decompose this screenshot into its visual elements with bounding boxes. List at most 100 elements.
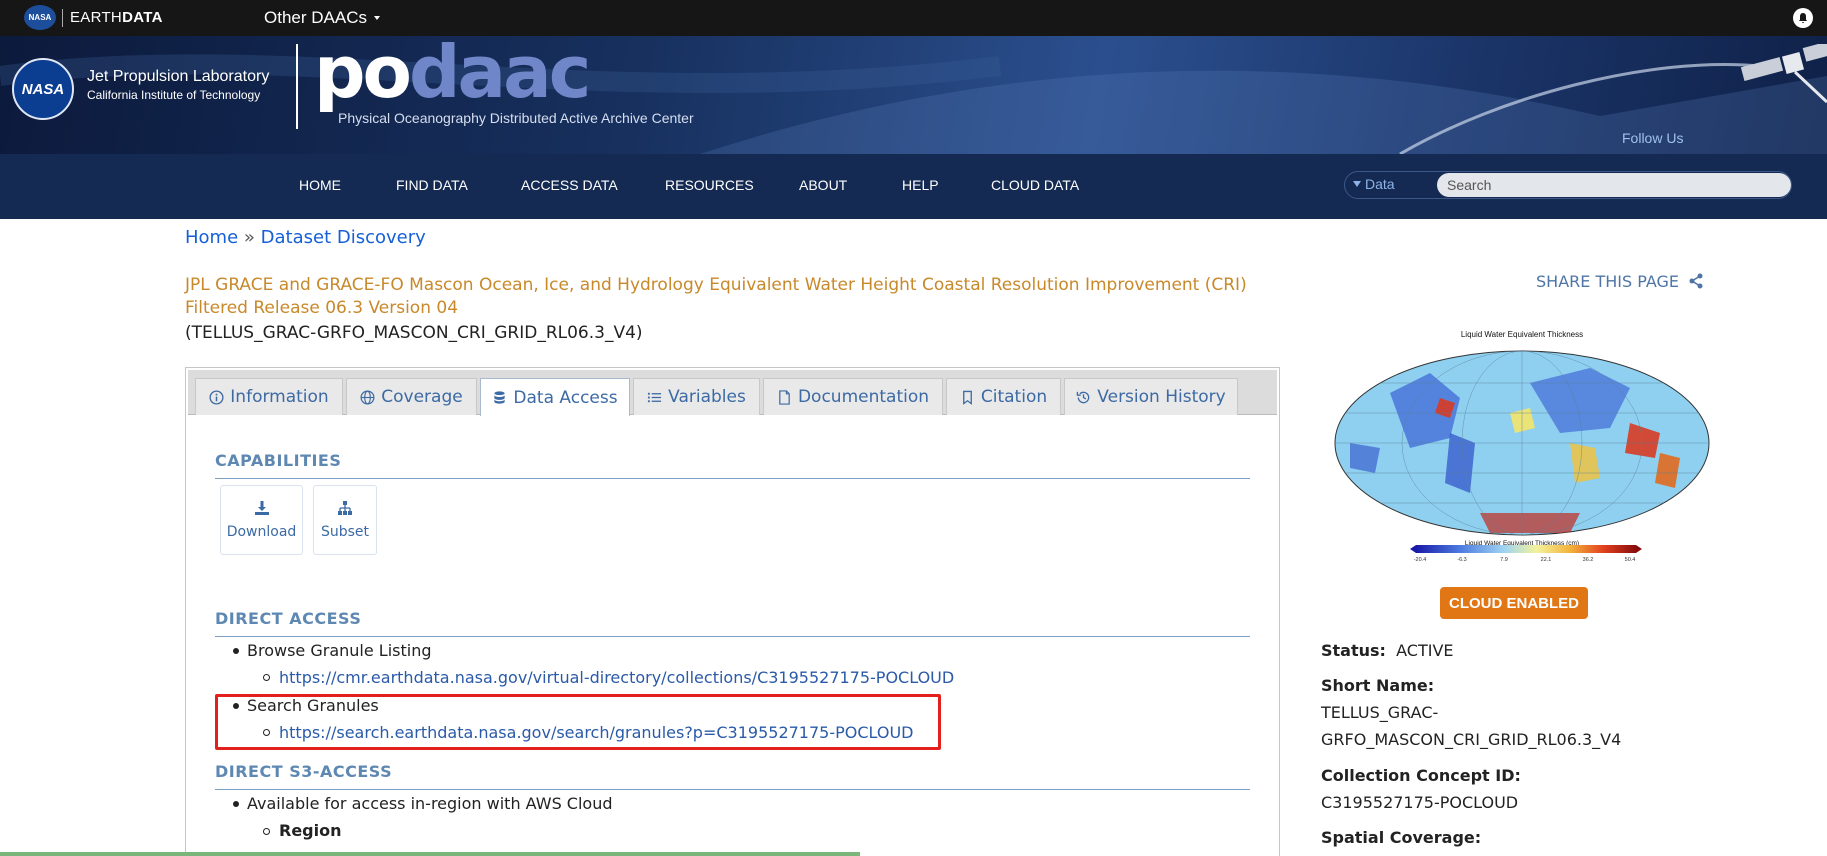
share-this-page[interactable]: SHARE THIS PAGE [1536,272,1704,291]
banner-swoosh-decoration [0,54,1827,154]
earthdata-separator [62,9,63,27]
breadcrumb-separator: » [243,227,255,248]
banner-divider [296,44,298,129]
tab-citation-label: Citation [980,387,1048,407]
browse-granule-listing: Browse Granule Listing [247,641,432,660]
nav-home[interactable]: HOME [299,177,341,193]
breadcrumb-home[interactable]: Home [185,227,238,248]
capabilities-divider [215,478,1250,479]
tab-data-access[interactable]: Data Access [480,378,630,416]
dataset-short-name: (TELLUS_GRAC-GRFO_MASCON_CRI_GRID_RL06.3… [185,323,643,343]
download-label: Download [226,524,297,540]
status-value: ACTIVE [1396,641,1454,660]
jpl-logo[interactable]: Jet Propulsion Laboratory California Ins… [87,68,269,102]
main-nav: HOME FIND DATA ACCESS DATA RESOURCES ABO… [0,154,1827,219]
s3-divider [215,789,1250,790]
nav-access-data[interactable]: ACCESS DATA [521,177,618,193]
region-label: Region [279,821,342,840]
colorbar-tick: -20.4 [1414,557,1427,563]
nav-find-data[interactable]: FIND DATA [396,177,468,193]
other-daacs-menu[interactable]: Other DAACs [264,8,367,28]
status-label: Status: [1321,641,1386,660]
concept-id-label: Collection Concept ID: [1321,766,1521,785]
chevron-down-icon [374,16,380,20]
colorbar-tick: 22.1 [1541,557,1552,563]
tab-information[interactable]: Information [195,378,343,415]
colorbar-tick: 36.2 [1583,557,1594,563]
nav-help[interactable]: HELP [902,177,939,193]
follow-us-link[interactable]: Follow Us [1622,130,1683,146]
short-name-label: Short Name: [1321,676,1434,695]
direct-s3-access-heading: DIRECT S3-ACCESS [215,762,393,781]
browse-granule-link[interactable]: https://cmr.earthdata.nasa.gov/virtual-d… [279,668,954,687]
subset-button[interactable]: Subset [313,485,377,555]
short-name-value-line1: TELLUS_GRAC- [1321,703,1439,722]
sitemap-icon [338,501,352,515]
podaac-logo[interactable]: podaac [314,36,591,108]
history-icon [1077,391,1090,403]
podaac-subtitle: Physical Oceanography Distributed Active… [338,110,694,126]
download-icon [254,501,269,515]
aws-access-item: Available for access in-region with AWS … [247,794,613,813]
search-type-label: Data [1365,176,1395,192]
file-icon [779,389,790,405]
capabilities-heading: CAPABILITIES [215,451,342,470]
tab-data-access-label: Data Access [513,387,618,408]
tab-bar: Information Coverage Data Access Variabl… [188,370,1277,416]
earthdata-brand[interactable]: EARTHDATA [70,9,163,26]
earthdata-brand-suffix: DATA [122,9,163,26]
nav-about[interactable]: ABOUT [799,177,847,193]
bell-icon[interactable] [1793,8,1813,28]
colorbar [1416,545,1636,553]
tab-version-history[interactable]: Version History [1064,378,1238,415]
tab-variables-label: Variables [668,387,746,407]
page-load-progress-bar [0,852,860,856]
tab-documentation[interactable]: Documentation [763,378,943,415]
breadcrumb-dataset-discovery[interactable]: Dataset Discovery [261,227,426,248]
jpl-name: Jet Propulsion Laboratory [87,68,270,85]
nasa-small-logo[interactable]: NASA [24,5,56,30]
search-type-select[interactable]: Data [1353,176,1395,192]
satellite-icon [1740,44,1827,104]
share-icon [1689,273,1703,289]
direct-access-heading: DIRECT ACCESS [215,609,362,628]
caret-down-icon [1353,181,1361,187]
sub-bullet [263,674,270,681]
database-icon [494,391,506,404]
tab-variables[interactable]: Variables [633,378,760,415]
nav-resources[interactable]: RESOURCES [665,177,754,193]
info-icon [209,389,224,405]
podaac-logo-po: po [314,36,412,114]
colorbar-tick: -6.3 [1457,557,1466,563]
earthdata-brand-prefix: EARTH [70,9,123,26]
bullet [233,801,239,807]
nav-cloud-data[interactable]: CLOUD DATA [991,177,1079,193]
dataset-thumbnail[interactable]: Liquid Water Equivalent Thickness Liquid… [1330,323,1720,573]
colorbar-tick: 50.4 [1625,557,1636,563]
status-row: Status: ACTIVE [1321,641,1454,660]
tab-citation[interactable]: Citation [946,378,1061,415]
globe-icon [360,390,375,404]
breadcrumb: Home » Dataset Discovery [185,227,426,248]
podaac-banner: NASA Jet Propulsion Laboratory Californi… [0,36,1827,154]
earthdata-bar: NASA EARTHDATA Other DAACs [0,0,1827,36]
tab-coverage-label: Coverage [381,387,463,407]
thumbnail-title: Liquid Water Equivalent Thickness [1461,330,1583,339]
share-label: SHARE THIS PAGE [1536,272,1680,291]
tab-version-history-label: Version History [1097,387,1226,407]
short-name-label-text: Short Name: [1321,676,1435,695]
subset-label: Subset [320,524,370,540]
bookmark-icon [962,390,972,405]
search-input[interactable] [1437,173,1791,197]
nasa-logo[interactable]: NASA [12,58,74,120]
list-icon [648,392,662,402]
jpl-institution: California Institute of Technology [87,88,261,102]
download-button[interactable]: Download [220,485,303,555]
spatial-coverage-label-text: Spatial Coverage: [1321,828,1482,847]
direct-access-divider [215,636,1250,637]
concept-id-label-text: Collection Concept ID: [1321,766,1521,785]
tab-information-label: Information [230,387,329,407]
tab-coverage[interactable]: Coverage [346,378,477,415]
site-search: Data [1344,171,1792,199]
bullet [233,648,239,654]
